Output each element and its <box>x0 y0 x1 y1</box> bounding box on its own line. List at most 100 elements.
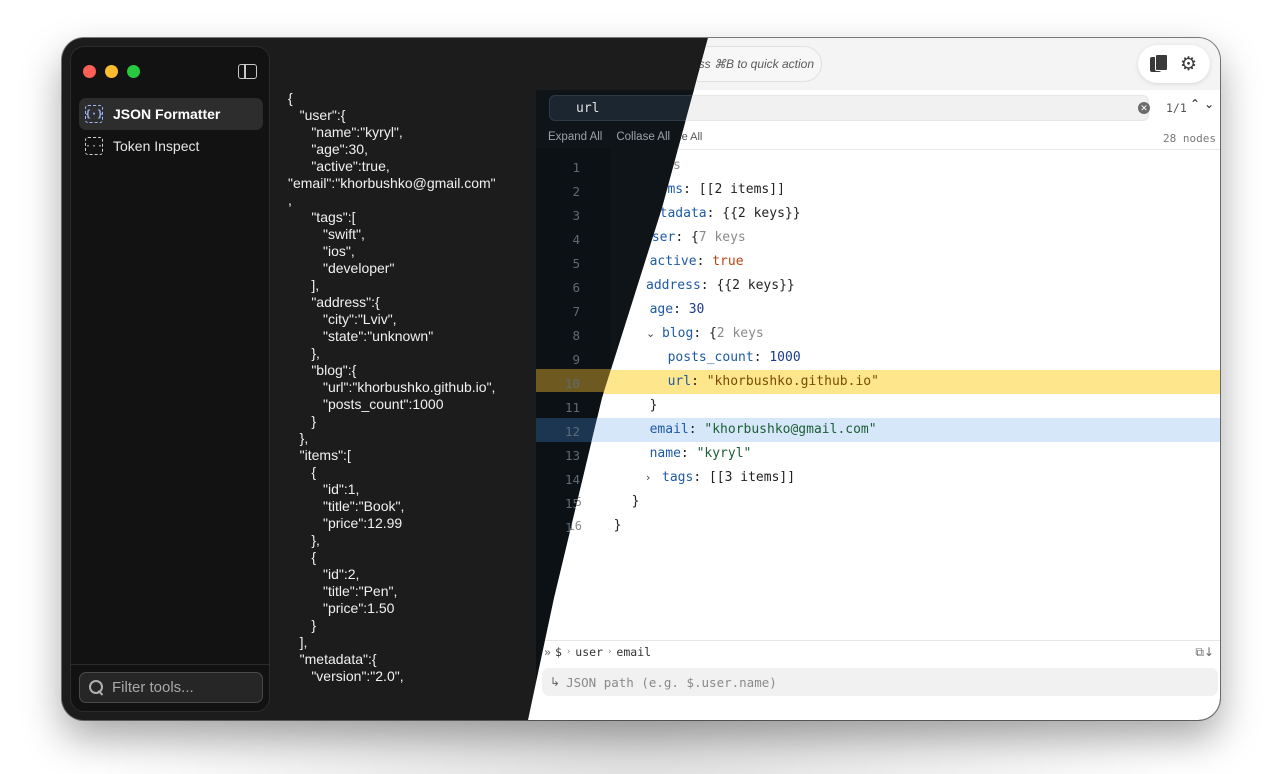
sidebar-item-label: JSON Formatter <box>113 106 221 122</box>
raw-json-line: "items":[ <box>288 447 351 463</box>
filter-input[interactable] <box>112 679 262 696</box>
key-count: 2 keys <box>716 326 764 341</box>
node-count: 28 nodes <box>1163 132 1216 145</box>
tree-brace: } <box>613 518 622 533</box>
dark-line-number: 1 <box>572 160 580 175</box>
raw-json-line: "ios", <box>288 243 355 259</box>
tree-row[interactable]: 13name: "kyryl" <box>536 442 1220 466</box>
tree-row-content: address: {{2 keys}} <box>646 274 795 298</box>
raw-json-line: { <box>288 549 317 565</box>
raw-json-line: "id":2, <box>288 566 360 582</box>
colon: : <box>693 470 709 485</box>
dark-line-number: 10 <box>564 376 580 391</box>
breadcrumb-chevrons-icon: » <box>544 644 551 659</box>
tree-row[interactable]: 7 age: 30 <box>536 298 1220 322</box>
sidebar-toggle-icon[interactable] <box>238 64 257 79</box>
tree-value: "kyryl" <box>696 446 752 461</box>
tree-value: [[2 items]] <box>698 182 785 197</box>
tree-value: true <box>712 254 744 269</box>
raw-json-editor[interactable]: { "user":{ "name":"kyryl", "age":30, "ac… <box>288 90 538 685</box>
filter-field[interactable] <box>79 672 263 703</box>
zoom-button[interactable] <box>127 65 140 78</box>
sidebar-item-token-inspect[interactable]: ··· Token Inspect <box>79 130 263 162</box>
chevron-down-icon[interactable]: ⌄ <box>1204 97 1214 111</box>
tree-row[interactable]: 9 posts_count: 1000 <box>536 346 1220 370</box>
colon: : <box>688 422 705 437</box>
tree-row[interactable]: 14›tags: [[3 items]] <box>536 466 1220 490</box>
raw-json-line: "swift", <box>288 226 365 242</box>
raw-json-line: "user":{ <box>288 107 346 123</box>
tree-row-content: } <box>614 514 622 538</box>
tree-key: email <box>649 422 689 437</box>
colon: : <box>673 302 689 317</box>
raw-json-line: "price":12.99 <box>288 515 403 531</box>
dark-collapse-all: Collase All <box>616 131 671 143</box>
dark-line-number: 6 <box>572 280 580 295</box>
raw-json-line: } <box>288 413 317 429</box>
raw-json-line: "id":1, <box>288 481 360 497</box>
raw-json-line: }, <box>288 532 320 548</box>
breadcrumb-separator: › <box>607 646 613 657</box>
clear-search-icon[interactable]: ✕ <box>1138 102 1150 114</box>
braces-icon: {·} <box>85 105 103 123</box>
sidebar-divider <box>71 664 269 665</box>
title-actions: ⚙ <box>1138 45 1210 83</box>
tree-row[interactable]: 15} <box>536 490 1220 514</box>
gear-icon[interactable]: ⚙ <box>1179 54 1199 74</box>
dark-line-number: 5 <box>572 256 580 271</box>
raw-json-line: "version":"2.0", <box>288 668 404 684</box>
dark-line-number: 11 <box>564 400 580 415</box>
tree-brace: } <box>631 494 640 509</box>
raw-json-line: "title":"Pen", <box>288 583 398 599</box>
tree-value: "khorbushko.github.io" <box>706 374 879 389</box>
window-controls <box>83 65 140 78</box>
sidebar: {·} JSON Formatter ··· Token Inspect <box>70 46 270 712</box>
sidebar-item-label: Token Inspect <box>113 138 200 154</box>
tree-value: {2 keys <box>708 326 764 341</box>
raw-json-line: "developer" <box>288 260 395 276</box>
tree-row[interactable]: 11} <box>536 394 1220 418</box>
raw-json-line: "age":30, <box>288 141 368 157</box>
raw-json-line: { <box>288 90 293 106</box>
tree-row-content: active: true <box>650 250 744 274</box>
sidebar-item-json-formatter[interactable]: {·} JSON Formatter <box>79 98 263 130</box>
chevron-right-icon[interactable]: › <box>646 466 662 490</box>
dark-expand-all: Expand All <box>548 131 603 143</box>
raw-json-line: "blog":{ <box>288 362 357 378</box>
minimize-button[interactable] <box>105 65 118 78</box>
raw-json-line: { <box>288 464 317 480</box>
tree-row[interactable]: 10 url: "khorbushko.github.io" <box>536 370 1220 394</box>
colon: : <box>753 350 770 365</box>
copy-path-icon[interactable]: ⧉↓ <box>1195 645 1214 660</box>
raw-json-line: "name":"kyryl", <box>288 124 403 140</box>
dark-line-number: 8 <box>572 328 580 343</box>
chevron-up-icon[interactable]: ⌃ <box>1190 97 1200 111</box>
breadcrumb-root[interactable]: $ <box>555 645 562 659</box>
tree-value: {{2 keys}} <box>722 206 801 221</box>
chevron-down-icon[interactable]: ⌄ <box>646 322 662 346</box>
raw-json-line: "url":"khorbushko.github.io", <box>288 379 496 395</box>
raw-json-line: ], <box>288 634 308 650</box>
tree-key: posts_count <box>667 350 754 365</box>
tree-row[interactable]: 12 email: "khorbushko@gmail.com" <box>536 418 1220 442</box>
path-icon: ↳ <box>550 675 561 689</box>
colon: : <box>706 206 723 221</box>
tree-row-content: age: 30 <box>650 298 705 322</box>
colon: : <box>696 254 713 269</box>
dark-toolbar: Expand All Collase All <box>548 131 670 143</box>
close-button[interactable] <box>83 65 96 78</box>
json-path-input[interactable] <box>566 674 1167 690</box>
tree-row[interactable]: 8 ⌄blog: {2 keys <box>536 322 1220 346</box>
json-path-field[interactable]: ↳ <box>542 668 1218 696</box>
colon: : <box>680 446 697 461</box>
tree-row[interactable]: 16} <box>536 514 1220 538</box>
breadcrumb-email[interactable]: email <box>616 645 651 659</box>
breadcrumb-user[interactable]: user <box>575 645 603 659</box>
raw-json-line: "posts_count":1000 <box>288 396 444 412</box>
colon: : <box>683 182 699 197</box>
raw-json-line: "city":"Lviv", <box>288 311 397 327</box>
raw-json-line: "metadata":{ <box>288 651 377 667</box>
copy-icon[interactable] <box>1149 54 1168 74</box>
tree-row-content: posts_count: 1000 <box>668 346 801 370</box>
raw-json-line: "active":true, <box>288 158 390 174</box>
